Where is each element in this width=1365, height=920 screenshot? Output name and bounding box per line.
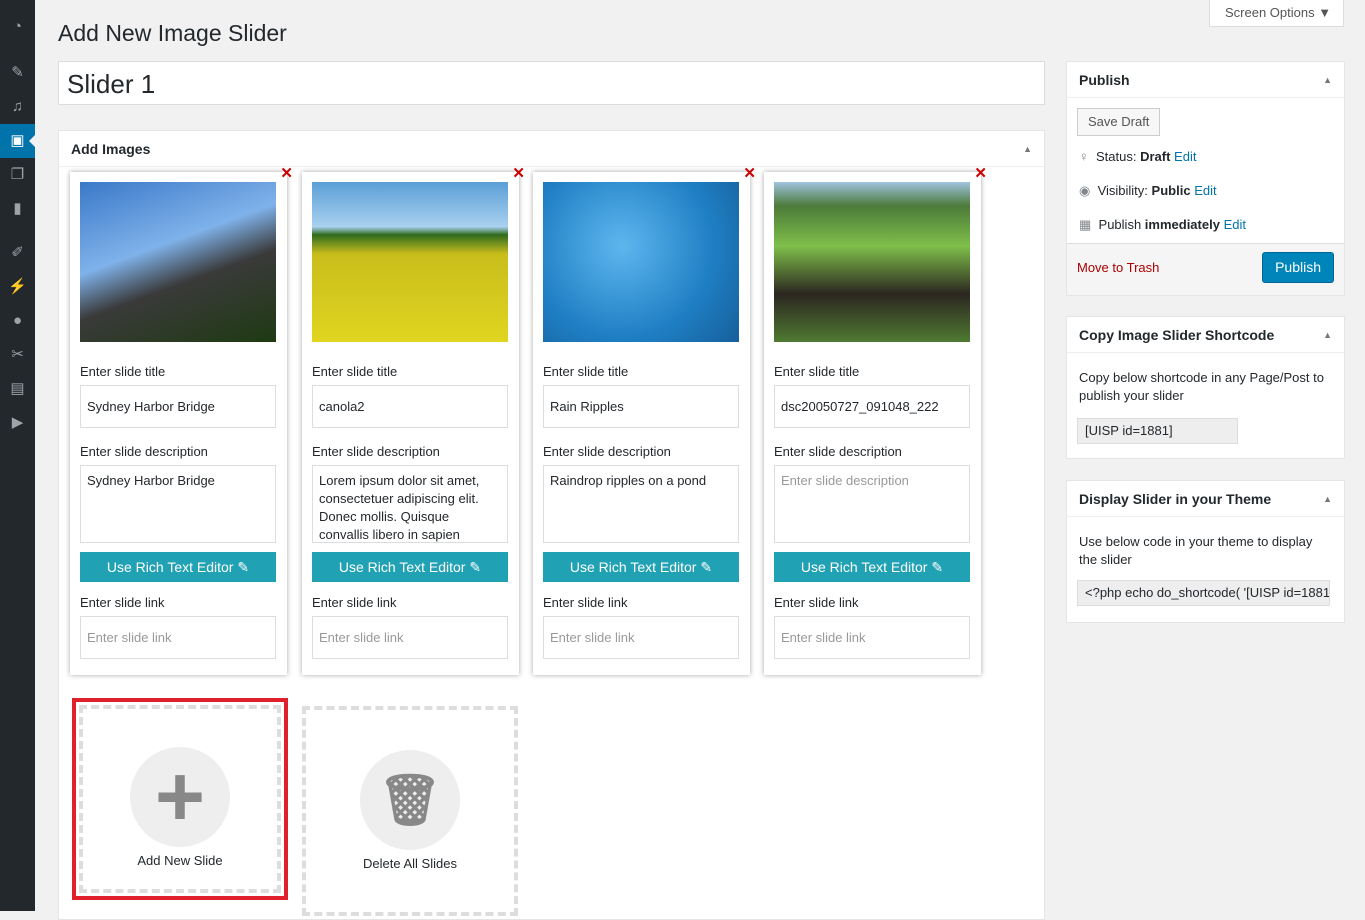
slide-image[interactable] xyxy=(774,182,970,342)
slide-image[interactable] xyxy=(312,182,508,342)
rich-text-editor-button[interactable]: Use Rich Text Editor ✎ xyxy=(774,552,970,582)
appearance-icon[interactable]: ✐ xyxy=(0,236,35,270)
slide-desc-label: Enter slide description xyxy=(774,444,902,459)
slide-title-input[interactable]: dsc20050727_091048_222 xyxy=(774,385,970,428)
slide-link-input[interactable]: Enter slide link xyxy=(80,616,276,659)
shortcode-text: Copy below shortcode in any Page/Post to… xyxy=(1079,370,1324,403)
add-new-slide-button[interactable]: + Add New Slide xyxy=(72,698,288,900)
edit-visibility-link[interactable]: Edit xyxy=(1194,183,1216,198)
dashboard-icon[interactable]: ◔ xyxy=(0,10,35,44)
slide-desc-textarea[interactable]: Sydney Harbor Bridge xyxy=(80,465,276,543)
slide-desc-label: Enter slide description xyxy=(80,444,208,459)
screen-options-button[interactable]: Screen Options ▼ xyxy=(1209,0,1344,27)
box-title: Add Images xyxy=(71,141,151,157)
collapse-icon[interactable]: ▲ xyxy=(1023,131,1032,167)
slide-card: ✕ Enter slide title Sydney Harbor Bridge… xyxy=(70,165,293,675)
slide-desc-textarea[interactable]: Lorem ipsum dolor sit amet, consectetuer… xyxy=(312,465,508,543)
publish-title: Publish xyxy=(1079,72,1130,88)
pin-icon[interactable]: ✎ xyxy=(0,56,35,90)
play-icon[interactable]: ▶ xyxy=(0,406,35,440)
slide-link-input[interactable]: Enter slide link xyxy=(312,616,508,659)
collapse-icon[interactable]: ▲ xyxy=(1323,481,1332,517)
remove-slide-icon[interactable]: ✕ xyxy=(743,164,756,182)
collapse-icon[interactable]: ▲ xyxy=(1323,317,1332,353)
slide-title-label: Enter slide title xyxy=(312,364,398,379)
slide-card: ✕ Enter slide title dsc20050727_091048_2… xyxy=(764,165,987,675)
pages-icon[interactable]: ❐ xyxy=(0,158,35,192)
schedule-row: ▦ Publish immediately Edit xyxy=(1079,217,1246,232)
slide-desc-textarea[interactable]: Raindrop ripples on a pond xyxy=(543,465,739,543)
visibility-row: ◉ Visibility: Public Edit xyxy=(1079,183,1217,198)
slide-title-input[interactable]: Rain Ripples xyxy=(543,385,739,428)
users-icon[interactable]: ● xyxy=(0,304,35,338)
slide-link-label: Enter slide link xyxy=(80,595,165,610)
slide-link-input[interactable]: Enter slide link xyxy=(543,616,739,659)
publish-box: Publish ▲ Save Draft ♀ Status: Draft Edit… xyxy=(1066,61,1345,296)
media-icon[interactable]: ♫ xyxy=(0,90,35,124)
move-to-trash-link[interactable]: Move to Trash xyxy=(1077,260,1159,275)
slide-link-label: Enter slide link xyxy=(543,595,628,610)
admin-sidebar: ◔ ✎ ♫ ▣ ❐ ▮ ✐ ⚡ ● ✂ ▤ ▶ xyxy=(0,0,35,911)
delete-all-label: Delete All Slides xyxy=(363,856,457,871)
remove-slide-icon[interactable]: ✕ xyxy=(280,164,293,182)
status-row: ♀ Status: Draft Edit xyxy=(1079,149,1197,164)
slider-icon[interactable]: ▣ xyxy=(0,124,35,158)
slide-desc-textarea[interactable]: Enter slide description xyxy=(774,465,970,543)
key-icon: ♀ xyxy=(1079,149,1089,164)
settings-icon[interactable]: ▤ xyxy=(0,372,35,406)
pin-icon: ✎ xyxy=(700,559,713,575)
theme-text: Use below code in your theme to display … xyxy=(1079,534,1313,567)
slide-link-label: Enter slide link xyxy=(774,595,859,610)
slide-desc-label: Enter slide description xyxy=(543,444,671,459)
slide-image[interactable] xyxy=(80,182,276,342)
shortcode-box: Copy Image Slider Shortcode ▲ Copy below … xyxy=(1066,316,1345,459)
collapse-icon[interactable]: ▲ xyxy=(1323,62,1332,98)
rich-text-editor-button[interactable]: Use Rich Text Editor ✎ xyxy=(80,552,276,582)
remove-slide-icon[interactable]: ✕ xyxy=(974,164,987,182)
slide-title-label: Enter slide title xyxy=(774,364,860,379)
slide-link-input[interactable]: Enter slide link xyxy=(774,616,970,659)
slide-desc-label: Enter slide description xyxy=(312,444,440,459)
trash-icon: 🗑 xyxy=(360,750,460,850)
comments-icon[interactable]: ▮ xyxy=(0,192,35,226)
page-title: Add New Image Slider xyxy=(58,20,287,46)
remove-slide-icon[interactable]: ✕ xyxy=(512,164,525,182)
slide-image[interactable] xyxy=(543,182,739,342)
shortcode-title: Copy Image Slider Shortcode xyxy=(1079,327,1275,343)
pin-icon: ✎ xyxy=(237,559,250,575)
plugins-icon[interactable]: ⚡ xyxy=(0,270,35,304)
tools-icon[interactable]: ✂ xyxy=(0,338,35,372)
slide-link-label: Enter slide link xyxy=(312,595,397,610)
slide-card: ✕ Enter slide title Rain Ripples Enter s… xyxy=(533,165,756,675)
shortcode-field[interactable]: [UISP id=1881] xyxy=(1077,418,1238,444)
delete-all-slides-button[interactable]: 🗑 Delete All Slides xyxy=(302,706,518,916)
edit-schedule-link[interactable]: Edit xyxy=(1224,217,1246,232)
eye-icon: ◉ xyxy=(1079,183,1091,198)
slide-title-input[interactable]: Sydney Harbor Bridge xyxy=(80,385,276,428)
theme-title: Display Slider in your Theme xyxy=(1079,491,1272,507)
save-draft-button[interactable]: Save Draft xyxy=(1077,108,1161,136)
rich-text-editor-button[interactable]: Use Rich Text Editor ✎ xyxy=(312,552,508,582)
publish-button[interactable]: Publish xyxy=(1262,252,1334,283)
edit-status-link[interactable]: Edit xyxy=(1174,149,1196,164)
slide-title-label: Enter slide title xyxy=(80,364,166,379)
pin-icon: ✎ xyxy=(469,559,482,575)
slide-title-label: Enter slide title xyxy=(543,364,629,379)
theme-code-field[interactable]: <?php echo do_shortcode( '[UISP id=1881 xyxy=(1077,580,1330,606)
slide-title-input[interactable]: canola2 xyxy=(312,385,508,428)
calendar-icon: ▦ xyxy=(1079,217,1092,232)
slider-title-input[interactable]: Slider 1 xyxy=(58,61,1045,105)
pin-icon: ✎ xyxy=(931,559,944,575)
slide-card: ✕ Enter slide title canola2 Enter slide … xyxy=(302,165,525,675)
rich-text-editor-button[interactable]: Use Rich Text Editor ✎ xyxy=(543,552,739,582)
theme-code-box: Display Slider in your Theme ▲ Use below … xyxy=(1066,480,1345,623)
